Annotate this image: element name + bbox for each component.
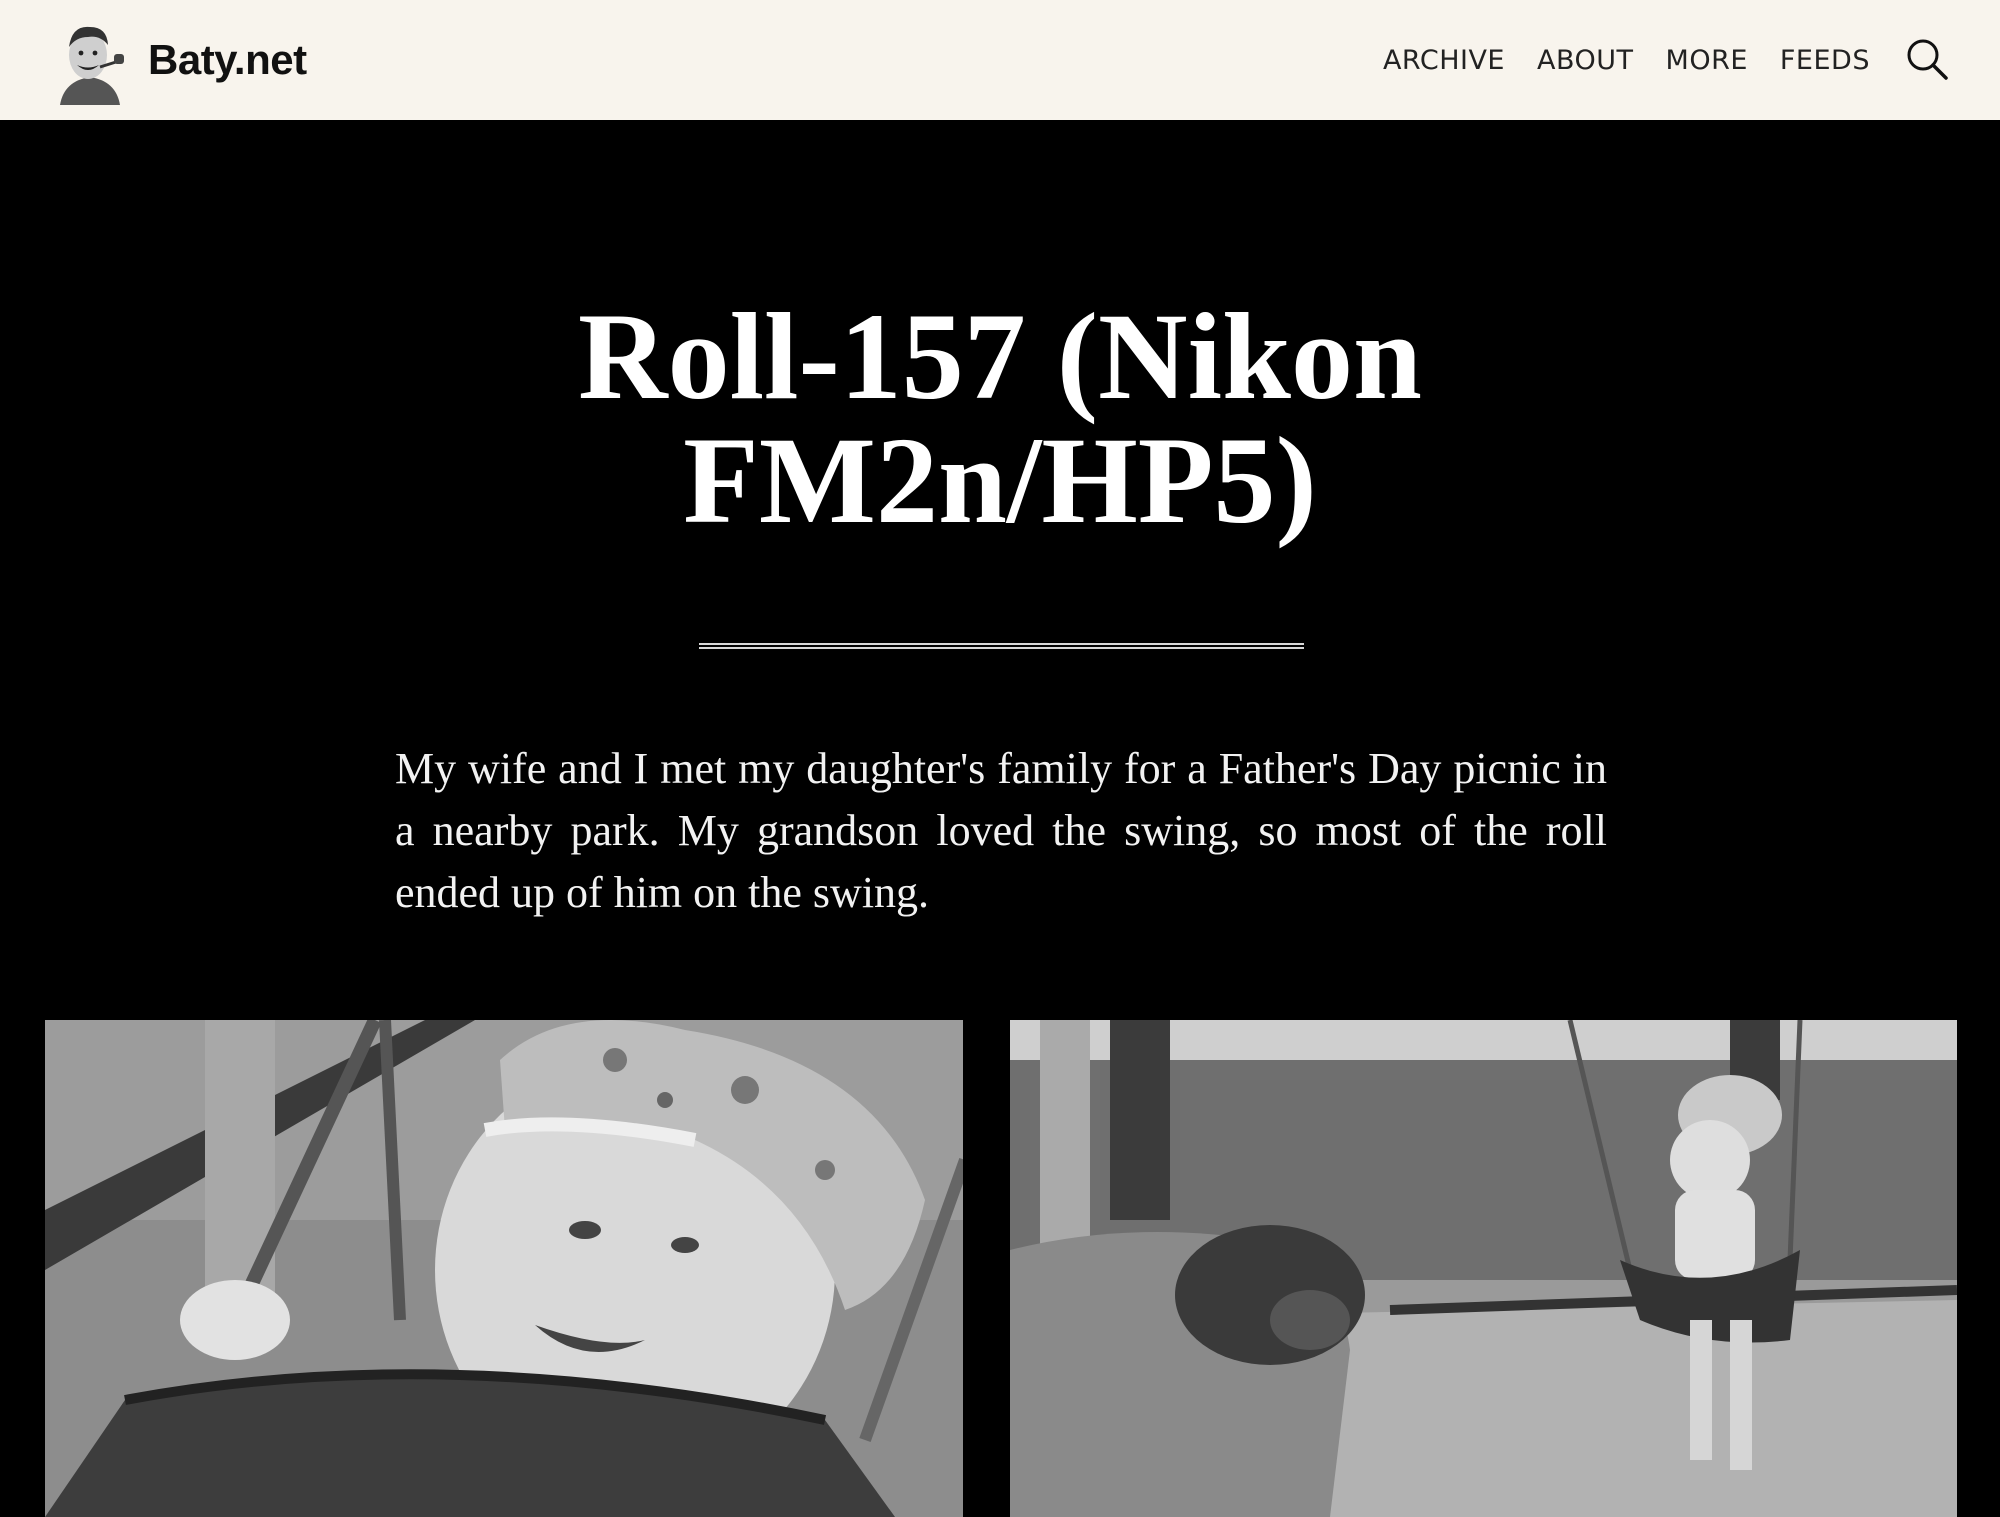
site-name: Baty.net — [148, 36, 307, 83]
post-title: Roll-157 (Nikon FM2n/HP5) — [578, 288, 1422, 549]
title-divider — [699, 643, 1304, 649]
post-intro: My wife and I met my daughter's family f… — [395, 744, 1607, 917]
nav-feeds[interactable]: FEEDS — [1780, 45, 1870, 76]
main-nav: ARCHIVE ABOUT MORE FEEDS — [1351, 0, 1870, 120]
home-link[interactable]: Baty.net — [50, 15, 307, 105]
portrait-logo-icon — [60, 26, 124, 105]
man-pushing-baby-swing-photo[interactable] — [1010, 1020, 1957, 1517]
nav-about[interactable]: ABOUT — [1537, 45, 1634, 76]
search-icon[interactable] — [1904, 36, 1950, 82]
baby-on-swing-closeup-photo[interactable] — [45, 1020, 963, 1517]
nav-archive[interactable]: ARCHIVE — [1383, 45, 1505, 76]
site-header: Baty.net ARCHIVE ABOUT MORE FEEDS — [0, 0, 2000, 120]
nav-more[interactable]: MORE — [1666, 45, 1748, 76]
